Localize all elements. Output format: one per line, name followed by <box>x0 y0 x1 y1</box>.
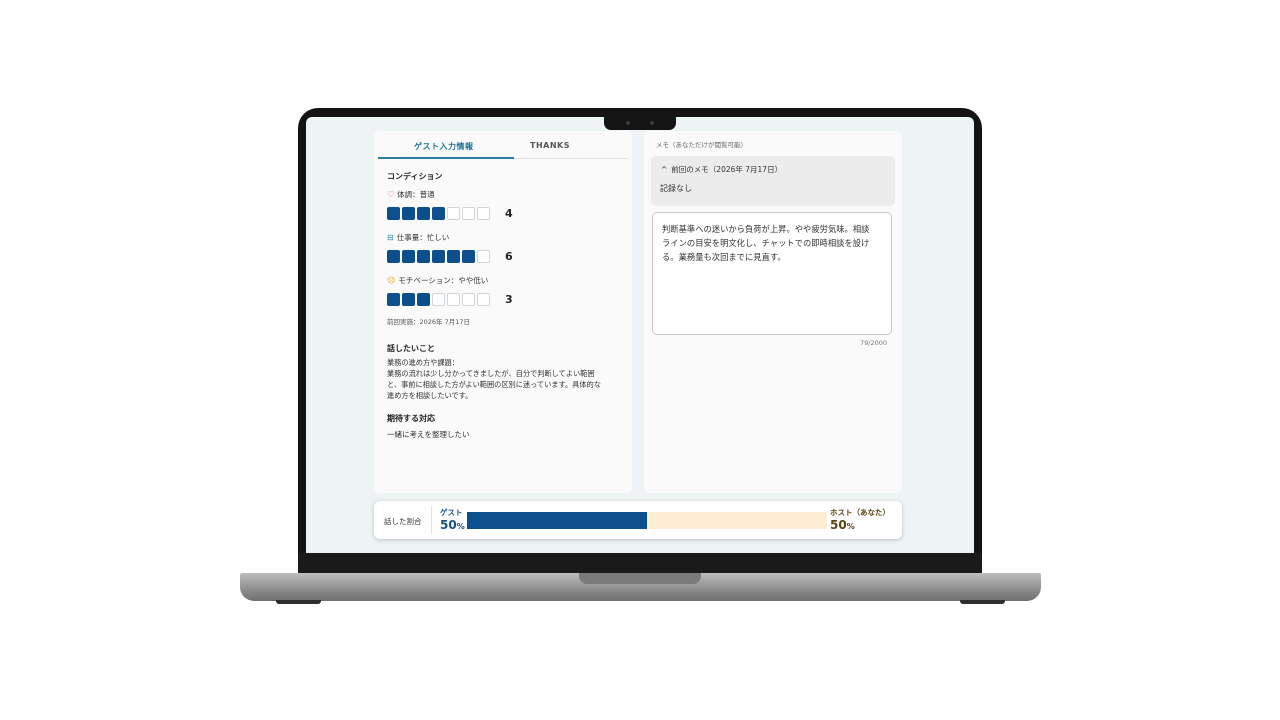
briefcase-icon: ⊟ <box>387 233 394 242</box>
meter-cell-empty <box>477 250 490 263</box>
memo-textarea[interactable]: 判断基準への迷いから負荷が上昇。やや疲労気味。相談 ラインの目安を明文化し、チャ… <box>652 212 892 335</box>
memo-privacy-hint: メモ（あなただけが閲覧可能） <box>656 141 747 149</box>
camera-dot <box>626 121 630 125</box>
chevron-up-icon: ^ <box>661 165 668 174</box>
memo-text: 判断基準への迷いから負荷が上昇。やや疲労気味。相談 ラインの目安を明文化し、チャ… <box>662 222 882 264</box>
topics-subheading: 業務の進め方や課題： <box>387 358 459 367</box>
meter-cell-empty <box>462 293 475 306</box>
laptop-opening-groove <box>579 573 701 584</box>
memo-line: ラインの目安を明文化し、チャットでの即時相談を設け <box>662 238 870 248</box>
condition-health-score: 4 <box>505 207 513 220</box>
meter-cell-empty <box>462 207 475 220</box>
guest-ratio-name: ゲスト <box>440 508 463 517</box>
host-ratio-value: 50% <box>830 518 855 532</box>
app-screen: ゲスト入力情報 THANKS コンディション ♡ 体調：普通 4 ⊟ 仕事量：忙しい… <box>306 117 974 553</box>
condition-workload-score: 6 <box>505 250 513 263</box>
last-session-date: 前回実施：2026年 7月17日 <box>387 318 471 326</box>
meter-cell-filled <box>387 250 400 263</box>
condition-workload-meter <box>387 250 490 263</box>
previous-memo-title[interactable]: ^ 前回のメモ（2026年 7月17日） <box>661 164 782 175</box>
previous-memo-body: 記録なし <box>660 184 692 193</box>
meter-cell-empty <box>432 293 445 306</box>
memo-panel: メモ（あなただけが閲覧可能） ^ 前回のメモ（2026年 7月17日） 記録なし … <box>644 131 902 493</box>
memo-line: 判断基準への迷いから負荷が上昇。やや疲労気味。相談 <box>662 224 870 234</box>
condition-motivation-meter <box>387 293 490 306</box>
expectation-heading: 期待する対応 <box>387 414 435 423</box>
condition-health-meter <box>387 207 490 220</box>
guest-info-panel: ゲスト入力情報 THANKS コンディション ♡ 体調：普通 4 ⊟ 仕事量：忙しい… <box>374 131 632 493</box>
topics-line: 進め方を相談したいです。 <box>387 391 473 400</box>
condition-motivation-score: 3 <box>505 293 513 306</box>
talk-ratio-bar <box>467 512 827 529</box>
condition-motivation-label: ☹ モチベーション：やや低い <box>387 276 489 285</box>
tab-guest-info[interactable]: ゲスト入力情報 <box>414 141 474 152</box>
meter-cell-filled <box>402 250 415 263</box>
meter-cell-filled <box>462 250 475 263</box>
topics-line: 業務の流れは少し分かってきましたが、自分で判断してよい範囲 <box>387 369 595 378</box>
condition-health-label: ♡ 体調：普通 <box>387 190 435 199</box>
topics-heading: 話したいこと <box>387 344 435 353</box>
guest-ratio-value: 50% <box>440 518 465 532</box>
camera-dot <box>650 121 654 125</box>
heart-icon: ♡ <box>387 190 395 199</box>
meter-cell-empty <box>447 207 460 220</box>
meter-cell-empty <box>477 207 490 220</box>
meter-cell-empty <box>447 293 460 306</box>
meter-cell-filled <box>417 207 430 220</box>
face-icon: ☹ <box>387 276 396 285</box>
memo-char-counter: 79/2000 <box>860 339 888 347</box>
condition-workload-label: ⊟ 仕事量：忙しい <box>387 233 450 242</box>
meter-cell-filled <box>432 250 445 263</box>
laptop-foot <box>960 600 1005 604</box>
meter-cell-filled <box>447 250 460 263</box>
meter-cell-filled <box>417 250 430 263</box>
tab-thanks[interactable]: THANKS <box>530 141 570 150</box>
previous-memo-accordion[interactable]: ^ 前回のメモ（2026年 7月17日） 記録なし <box>651 156 895 206</box>
topics-line: と、事前に相談した方がよい範囲の区別に迷っています。具体的な <box>387 380 601 389</box>
memo-line: る。業務量も次回までに見直す。 <box>662 252 786 262</box>
tab-bar: ゲスト入力情報 THANKS <box>378 131 628 159</box>
guest-ratio-fill <box>467 512 647 529</box>
meter-cell-empty <box>477 293 490 306</box>
talk-ratio-card: 話した割合 ゲスト 50% ホスト（あなた） 50% <box>374 501 902 539</box>
talk-ratio-label: 話した割合 <box>384 517 422 526</box>
expectation-body: 一緒に考えを整理したい <box>387 430 470 439</box>
meter-cell-filled <box>417 293 430 306</box>
topics-body: 業務の進め方や課題： 業務の流れは少し分かってきましたが、自分で判断してよい範囲… <box>387 357 625 401</box>
host-ratio-name: ホスト（あなた） <box>830 508 890 517</box>
condition-heading: コンディション <box>387 172 443 181</box>
screen-bezel <box>298 553 982 574</box>
meter-cell-filled <box>402 207 415 220</box>
meter-cell-filled <box>387 293 400 306</box>
divider <box>431 506 432 534</box>
active-tab-indicator <box>378 157 514 159</box>
laptop-foot <box>276 600 321 604</box>
camera-notch <box>604 117 676 130</box>
meter-cell-filled <box>402 293 415 306</box>
meter-cell-filled <box>432 207 445 220</box>
meter-cell-filled <box>387 207 400 220</box>
